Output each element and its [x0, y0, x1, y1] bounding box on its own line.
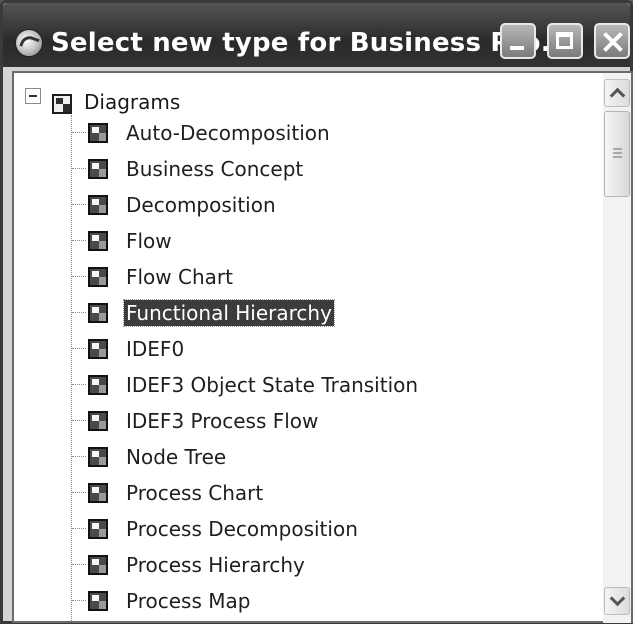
tree-item[interactable]: Process Chart: [14, 475, 594, 511]
diagram-type-icon: [88, 231, 108, 251]
title-bar[interactable]: Select new type for Business Pro...: [3, 3, 630, 67]
window-title: Select new type for Business Pro...: [51, 28, 571, 58]
tree-item[interactable]: IDEF3 Object State Transition: [14, 367, 594, 403]
tree-connector-line: [72, 348, 86, 349]
tree-item-label: Process Decomposition: [126, 517, 358, 541]
close-button[interactable]: [594, 23, 630, 59]
dialog-window: Select new type for Business Pro... Diag…: [0, 0, 633, 624]
diagram-type-icon: [88, 375, 108, 395]
app-globe-icon[interactable]: [15, 29, 43, 57]
tree-item-label: Process Chart: [126, 481, 264, 505]
diagram-type-icon: [88, 123, 108, 143]
tree-connector-line: [72, 240, 86, 241]
diagram-type-icon: [88, 159, 108, 179]
diagram-type-icon: [88, 195, 108, 215]
tree-item-label: Auto-Decomposition: [126, 121, 330, 145]
tree-item[interactable]: Functional Hierarchy: [14, 295, 594, 331]
minimize-button[interactable]: [500, 23, 536, 59]
tree-connector-line: [72, 132, 86, 133]
tree-item[interactable]: Process Decomposition: [14, 511, 594, 547]
diagram-type-icon: [88, 447, 108, 467]
tree-connector-line: [72, 384, 86, 385]
tree-item[interactable]: Flow: [14, 223, 594, 259]
diagram-folder-icon: [52, 94, 72, 114]
scroll-up-button[interactable]: [604, 79, 630, 107]
collapse-toggle-icon[interactable]: [25, 88, 41, 104]
maximize-button[interactable]: [547, 23, 583, 59]
diagram-type-icon: [88, 555, 108, 575]
tree-item-label: Business Concept: [126, 157, 304, 181]
tree-item[interactable]: Process Hierarchy: [14, 547, 594, 583]
tree-connector-line: [72, 528, 86, 529]
tree-root-label: Diagrams: [84, 90, 181, 114]
tree-item-list: Auto-Decomposition Business Concept Decomp…: [14, 115, 594, 619]
tree-item[interactable]: IDEF3 Process Flow: [14, 403, 594, 439]
diagram-type-icon: [88, 267, 108, 287]
diagram-type-icon: [88, 303, 108, 323]
tree-connector-line: [72, 492, 86, 493]
tree-item[interactable]: Business Concept: [14, 151, 594, 187]
tree-item-label: IDEF3 Object State Transition: [126, 373, 419, 397]
tree-item[interactable]: IDEF0: [14, 331, 594, 367]
tree-item-label: IDEF3 Process Flow: [126, 409, 319, 433]
tree-item-label: Functional Hierarchy: [123, 299, 335, 327]
tree-connector-line: [72, 276, 86, 277]
tree-item-label: Process Hierarchy: [126, 553, 305, 577]
tree-connector-line: [72, 312, 86, 313]
tree-connector-line: [72, 600, 86, 601]
tree-connector-line: [72, 456, 86, 457]
tree-item-label: Flow: [126, 229, 172, 253]
grip-icon: [613, 148, 622, 160]
scroll-thumb[interactable]: [604, 111, 630, 197]
tree-item[interactable]: Decomposition: [14, 187, 594, 223]
tree-item-label: IDEF0: [126, 337, 185, 361]
tree-item-label: Node Tree: [126, 445, 227, 469]
tree-item[interactable]: Flow Chart: [14, 259, 594, 295]
vertical-scrollbar[interactable]: [603, 71, 633, 623]
tree-item-label: Decomposition: [126, 193, 276, 217]
tree-item[interactable]: Node Tree: [14, 439, 594, 475]
tree-connector-line: [72, 420, 86, 421]
diagram-type-icon: [88, 483, 108, 503]
tree-connector-line: [72, 168, 86, 169]
tree-item-label: Process Map: [126, 589, 251, 613]
tree-item-label: Flow Chart: [126, 265, 233, 289]
tree-item[interactable]: Auto-Decomposition: [14, 115, 594, 151]
tree-connector-line: [72, 204, 86, 205]
tree-connector-line: [72, 564, 86, 565]
tree-item[interactable]: Process Map: [14, 583, 594, 619]
scroll-down-button[interactable]: [604, 587, 630, 615]
diagram-type-icon: [88, 411, 108, 431]
diagram-type-icon: [88, 591, 108, 611]
diagram-type-icon: [88, 339, 108, 359]
type-tree[interactable]: Diagrams Auto-Decomposition Business Conc…: [12, 71, 603, 623]
diagram-type-icon: [88, 519, 108, 539]
